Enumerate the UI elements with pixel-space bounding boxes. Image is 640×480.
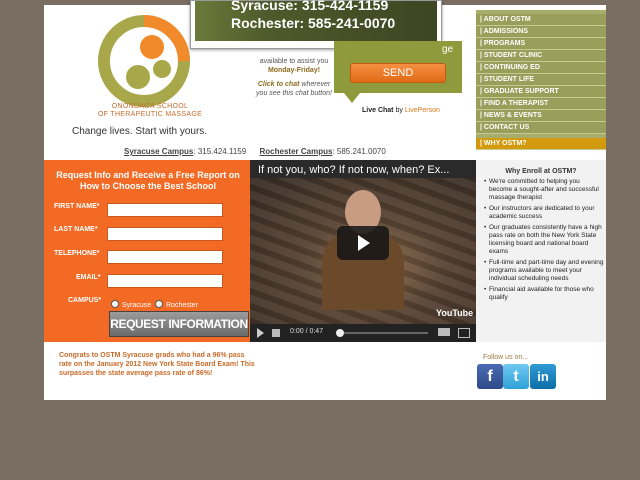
youtube-logo[interactable]: YouTube [436, 308, 473, 318]
nav-find-therapist[interactable]: | FIND A THERAPIST [476, 98, 606, 110]
quality-icon[interactable] [438, 328, 450, 336]
progress-knob[interactable] [336, 329, 344, 337]
last-name-label: LAST NAME* [54, 226, 98, 233]
rochester-radio-label: Rochester [166, 302, 198, 309]
syracuse-campus-link[interactable]: Syracuse Campus [124, 147, 193, 156]
nav-why-ostm[interactable]: | WHY OSTM? [476, 138, 606, 150]
video-controls: 0:00 / 0:47 [250, 324, 476, 342]
why-enroll-panel: Why Enroll at OSTM? We're committed to h… [476, 160, 606, 342]
first-name-field[interactable] [107, 203, 223, 217]
video-player[interactable]: If not you, who? If not now, when? Ex...… [250, 160, 476, 342]
play-icon[interactable] [337, 226, 389, 260]
nav-admissions[interactable]: | ADMISSIONS [476, 26, 606, 38]
why-item: Full-time and part-time day and evening … [484, 259, 604, 283]
popup-image: Syracuse: 315-424-1159 Rochester: 585-24… [195, 0, 437, 41]
campus-phones: Syracuse Campus: 315.424.1159 Rochester … [124, 147, 386, 156]
nav-news-events[interactable]: | NEWS & EVENTS [476, 110, 606, 122]
syracuse-radio[interactable] [111, 300, 119, 308]
last-name-field[interactable] [107, 227, 223, 241]
school-logo[interactable] [92, 13, 192, 113]
video-title[interactable]: If not you, who? If not now, when? Ex... [258, 164, 449, 176]
why-item: Our graduates consistently have a high p… [484, 224, 604, 256]
nav-continuing-ed[interactable]: | CONTINUING ED [476, 62, 606, 74]
page-container: ONONDAGA SCHOOL OF THERAPEUTIC MASSAGE C… [44, 0, 606, 400]
telephone-field[interactable] [107, 250, 223, 264]
nav-programs[interactable]: | PROGRAMS [476, 38, 606, 50]
why-list: We're committed to helping you become a … [484, 178, 604, 305]
chat-box: ge SEND [334, 41, 462, 103]
main-nav: | ABOUT OSTM | ADMISSIONS | PROGRAMS | S… [476, 10, 606, 150]
nav-contact[interactable]: | CONTACT US [476, 122, 606, 134]
video-time: 0:00 / 0:47 [290, 328, 324, 335]
send-button[interactable]: SEND [350, 63, 446, 83]
why-item: Our instructors are dedicated to your ac… [484, 205, 604, 221]
liveperson-link[interactable]: LivePerson [405, 107, 440, 114]
twitter-icon[interactable]: t [503, 364, 529, 389]
request-information-button[interactable]: REQUEST INFORMATION [109, 311, 249, 337]
campus-label: CAMPUS* [68, 297, 102, 304]
syracuse-radio-label: Syracuse [122, 302, 152, 309]
rochester-radio[interactable] [155, 300, 163, 308]
popup-rochester-phone: Rochester: 585-241-0070 [231, 15, 396, 31]
first-name-label: FIRST NAME* [54, 203, 100, 210]
nav-student-life[interactable]: | STUDENT LIFE [476, 74, 606, 86]
logo-text: ONONDAGA SCHOOL OF THERAPEUTIC MASSAGE [97, 103, 203, 118]
nav-about[interactable]: | ABOUT OSTM [476, 14, 606, 26]
play-control-icon[interactable] [257, 328, 264, 338]
nav-student-clinic[interactable]: | STUDENT CLINIC [476, 50, 606, 62]
form-title: Request Info and Receive a Free Report o… [56, 170, 240, 191]
nav-graduate-support[interactable]: | GRADUATE SUPPORT [476, 86, 606, 98]
linkedin-icon[interactable]: in [530, 364, 556, 389]
why-title: Why Enroll at OSTM? [505, 168, 577, 175]
tagline: Change lives. Start with yours. [72, 126, 208, 137]
why-item: Financial aid available for those who qu… [484, 286, 604, 302]
email-label: EMAIL* [76, 274, 101, 281]
email-field[interactable] [107, 274, 223, 288]
congrats-text: Congrats to OSTM Syracuse grads who had … [59, 352, 255, 377]
rochester-campus-link[interactable]: Rochester Campus [260, 147, 333, 156]
telephone-label: TELEPHONE* [54, 250, 100, 257]
follow-label: Follow us on... [483, 354, 529, 361]
volume-icon[interactable] [272, 329, 280, 337]
why-item: We're committed to helping you become a … [484, 178, 604, 202]
popup-syracuse-phone: Syracuse: 315-424-1159 [231, 0, 389, 13]
chat-availability: available to assist you Monday-Friday! C… [256, 58, 332, 97]
request-info-form: Request Info and Receive a Free Report o… [44, 160, 250, 342]
progress-bar[interactable] [338, 332, 428, 334]
chat-heading: ge [442, 44, 454, 55]
live-chat-label: Live Chat by LivePerson [362, 107, 440, 114]
fullscreen-icon[interactable] [458, 328, 470, 338]
facebook-icon[interactable]: f [477, 364, 503, 389]
